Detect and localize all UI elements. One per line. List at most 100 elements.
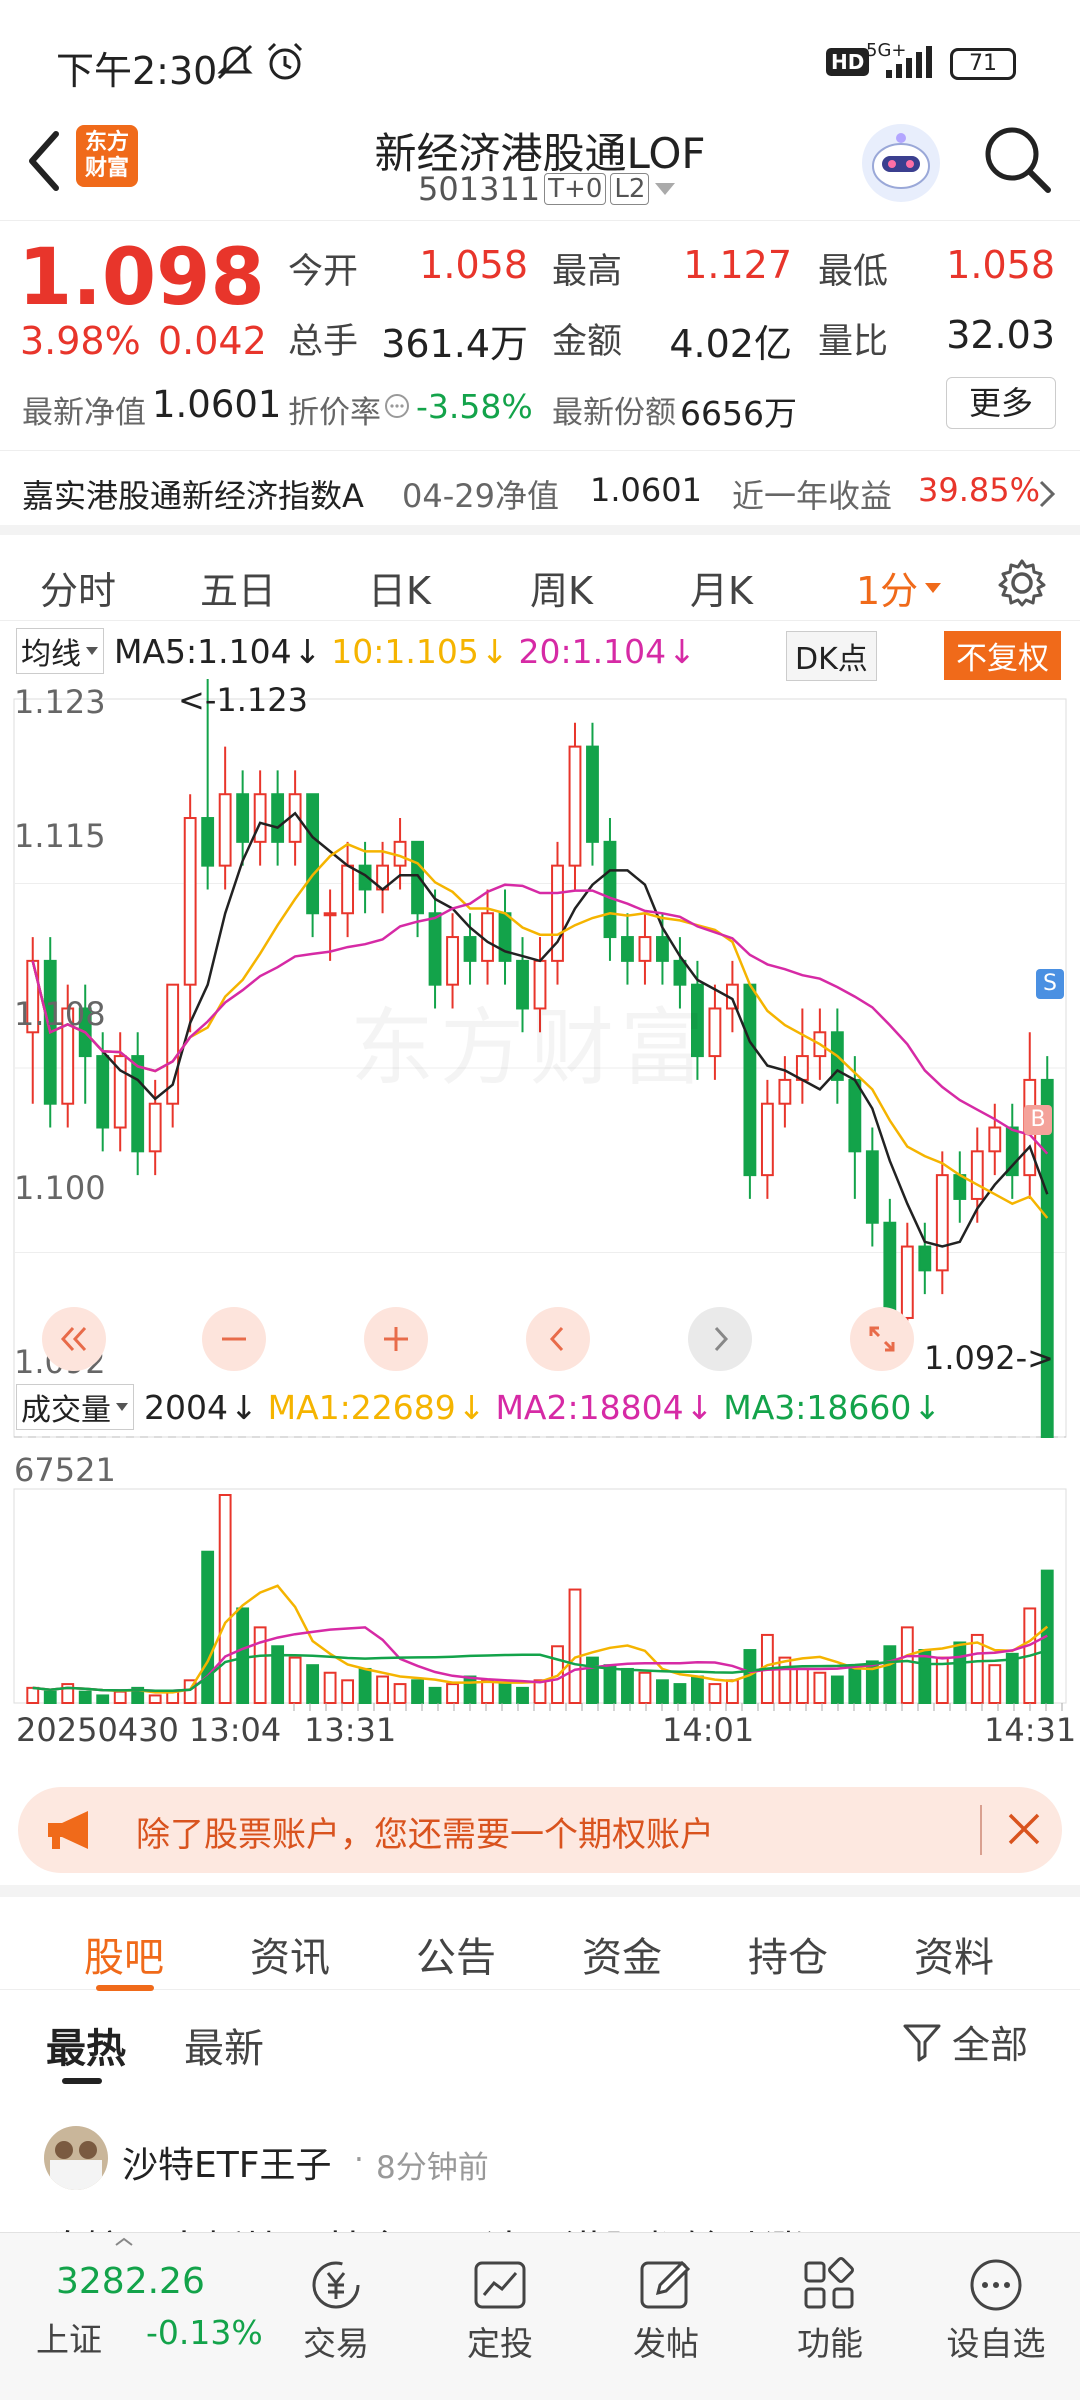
adjustment-button[interactable]: 不复权	[944, 631, 1061, 680]
volume-bar	[795, 1667, 809, 1704]
more-circle-icon	[970, 2259, 1022, 2311]
stock-code-row[interactable]: 501311 T+0 L2	[418, 170, 677, 208]
candle-body	[446, 936, 459, 986]
tab-intraday[interactable]: 分时	[40, 560, 116, 615]
buy-marker[interactable]: B	[1024, 1105, 1052, 1135]
volume-bar	[656, 1679, 669, 1704]
yield-value: 39.85%	[918, 471, 1041, 509]
post-username[interactable]: 沙特ETF王子	[122, 2136, 331, 2188]
tab-holdings[interactable]: 持仓	[748, 1925, 828, 1983]
tab-profile[interactable]: 资料	[914, 1925, 994, 1983]
kline-chart-area: 均线 MA5:1.104 ↓ 10:1.105 ↓ 20:1.104 ↓ DK点 不复…	[0, 620, 1080, 1770]
index-value[interactable]: 3282.26	[56, 2261, 205, 2302]
content-tabs: 股吧 资讯 公告 资金 持仓 资料	[0, 1885, 1080, 1991]
avatar[interactable]	[44, 2126, 108, 2190]
nav-value: 1.0601	[152, 383, 282, 426]
volume-bar	[78, 1690, 92, 1704]
tab-forum[interactable]: 股吧	[84, 1925, 164, 1983]
scroll-right-button[interactable]	[688, 1307, 752, 1371]
candle-body	[586, 745, 599, 843]
zoom-out-button[interactable]	[202, 1307, 266, 1371]
low-label: 最低	[818, 252, 889, 292]
candle-body	[411, 840, 424, 915]
volume-bar	[568, 1588, 582, 1705]
info-icon[interactable]	[384, 393, 410, 419]
candle-body	[900, 1245, 914, 1319]
candle-body	[253, 793, 267, 843]
hd-badge: HD	[826, 48, 870, 76]
sort-hot[interactable]: 最热	[46, 2016, 126, 2074]
index-nav-date: 04-29净值	[402, 477, 559, 515]
ma-selector[interactable]: 均线	[16, 628, 104, 674]
status-time: 下午2:30	[56, 49, 218, 93]
volume-bar	[918, 1649, 932, 1705]
expand-up-icon[interactable]	[114, 2237, 134, 2247]
volume-bar	[218, 1494, 232, 1704]
tab-news[interactable]: 资讯	[250, 1925, 330, 1983]
fullscreen-button[interactable]	[850, 1307, 914, 1371]
nav-auto-invest-label: 定投	[467, 2324, 533, 2363]
high-value: 1.127	[683, 243, 792, 287]
candle-body	[848, 1078, 862, 1153]
post-item[interactable]: 沙特ETF王子 · 8分钟前 陈婷又大板块，基金，医达，港股都输动涨了	[0, 2100, 1080, 2240]
dk-point-button[interactable]: DK点	[786, 631, 877, 681]
tab-one-minute-label: 1分	[856, 569, 919, 613]
tab-one-minute[interactable]: 1分	[856, 560, 942, 615]
volume-bar	[428, 1686, 442, 1705]
index-nav: 1.0601	[590, 471, 702, 509]
gear-icon[interactable]	[996, 557, 1048, 609]
open-label: 今开	[288, 252, 359, 292]
tab-daily-k[interactable]: 日K	[368, 560, 431, 615]
indicator-selector[interactable]: 成交量	[16, 1384, 134, 1430]
candle-body	[131, 1055, 145, 1153]
nav-auto-invest[interactable]: 定投	[440, 2253, 560, 2365]
index-name: 上证	[36, 2320, 102, 2359]
scroll-start-button[interactable]	[42, 1307, 106, 1371]
nav-add-watchlist[interactable]: 设自选	[936, 2253, 1056, 2365]
scroll-left-button[interactable]	[526, 1307, 590, 1371]
shares-value: 6656万	[680, 394, 797, 433]
nav-functions[interactable]: 功能	[770, 2253, 890, 2365]
double-chevron-left-icon	[60, 1326, 87, 1352]
sort-latest[interactable]: 最新	[184, 2016, 264, 2074]
tab-announcements[interactable]: 公告	[416, 1925, 496, 1983]
candle-body	[236, 793, 250, 843]
tab-monthly-k[interactable]: 月K	[690, 560, 753, 615]
nav-post[interactable]: 发帖	[606, 2253, 726, 2365]
shares-label: 最新份额	[552, 395, 676, 431]
volume-bar	[691, 1675, 704, 1705]
close-icon[interactable]	[1004, 1809, 1044, 1849]
search-icon[interactable]	[982, 124, 1052, 194]
volume-bar	[988, 1664, 1002, 1705]
volume-axis-max: 67521	[14, 1451, 116, 1489]
ma10-legend: 10:1.105	[331, 631, 479, 671]
low-value: 1.058	[946, 243, 1055, 287]
candle-body	[743, 983, 757, 1177]
volume-bar	[725, 1679, 739, 1704]
vol-ma2: MA2:18804	[495, 1387, 684, 1427]
volume-bar	[113, 1690, 127, 1704]
zoom-in-button[interactable]	[364, 1307, 428, 1371]
volume-bar	[393, 1683, 407, 1704]
tracking-index-row[interactable]: 嘉实港股通新经济指数A 04-29净值 1.0601 近一年收益 39.85%	[0, 450, 1080, 525]
nav-trade[interactable]: 交易	[276, 2253, 396, 2365]
tab-fund-flow[interactable]: 资金	[582, 1925, 662, 1983]
promo-banner[interactable]: 除了股票账户，您还需要一个期权账户	[18, 1787, 1062, 1873]
candle-body	[621, 936, 634, 962]
quote-panel: 1.098 3.98% 0.042 今开 1.058 最高 1.127 最低 1…	[0, 220, 1080, 450]
robot-assistant-icon[interactable]	[862, 124, 940, 202]
tab-five-day[interactable]: 五日	[200, 560, 276, 615]
candle-body	[953, 1174, 967, 1200]
sell-marker[interactable]: S	[1036, 969, 1064, 999]
kline-chart[interactable]	[0, 679, 1080, 1771]
volume-bar	[358, 1667, 372, 1704]
candle-body	[341, 864, 355, 915]
sort-indicator	[62, 2078, 102, 2084]
tab-weekly-k[interactable]: 周K	[530, 560, 593, 615]
more-button[interactable]: 更多	[946, 377, 1056, 429]
volume-bar	[288, 1656, 302, 1704]
candle-body	[323, 912, 337, 917]
filter-button[interactable]: 全部	[902, 2014, 1028, 2069]
discount-value: -3.58%	[416, 387, 533, 426]
volume-bar	[481, 1679, 494, 1704]
